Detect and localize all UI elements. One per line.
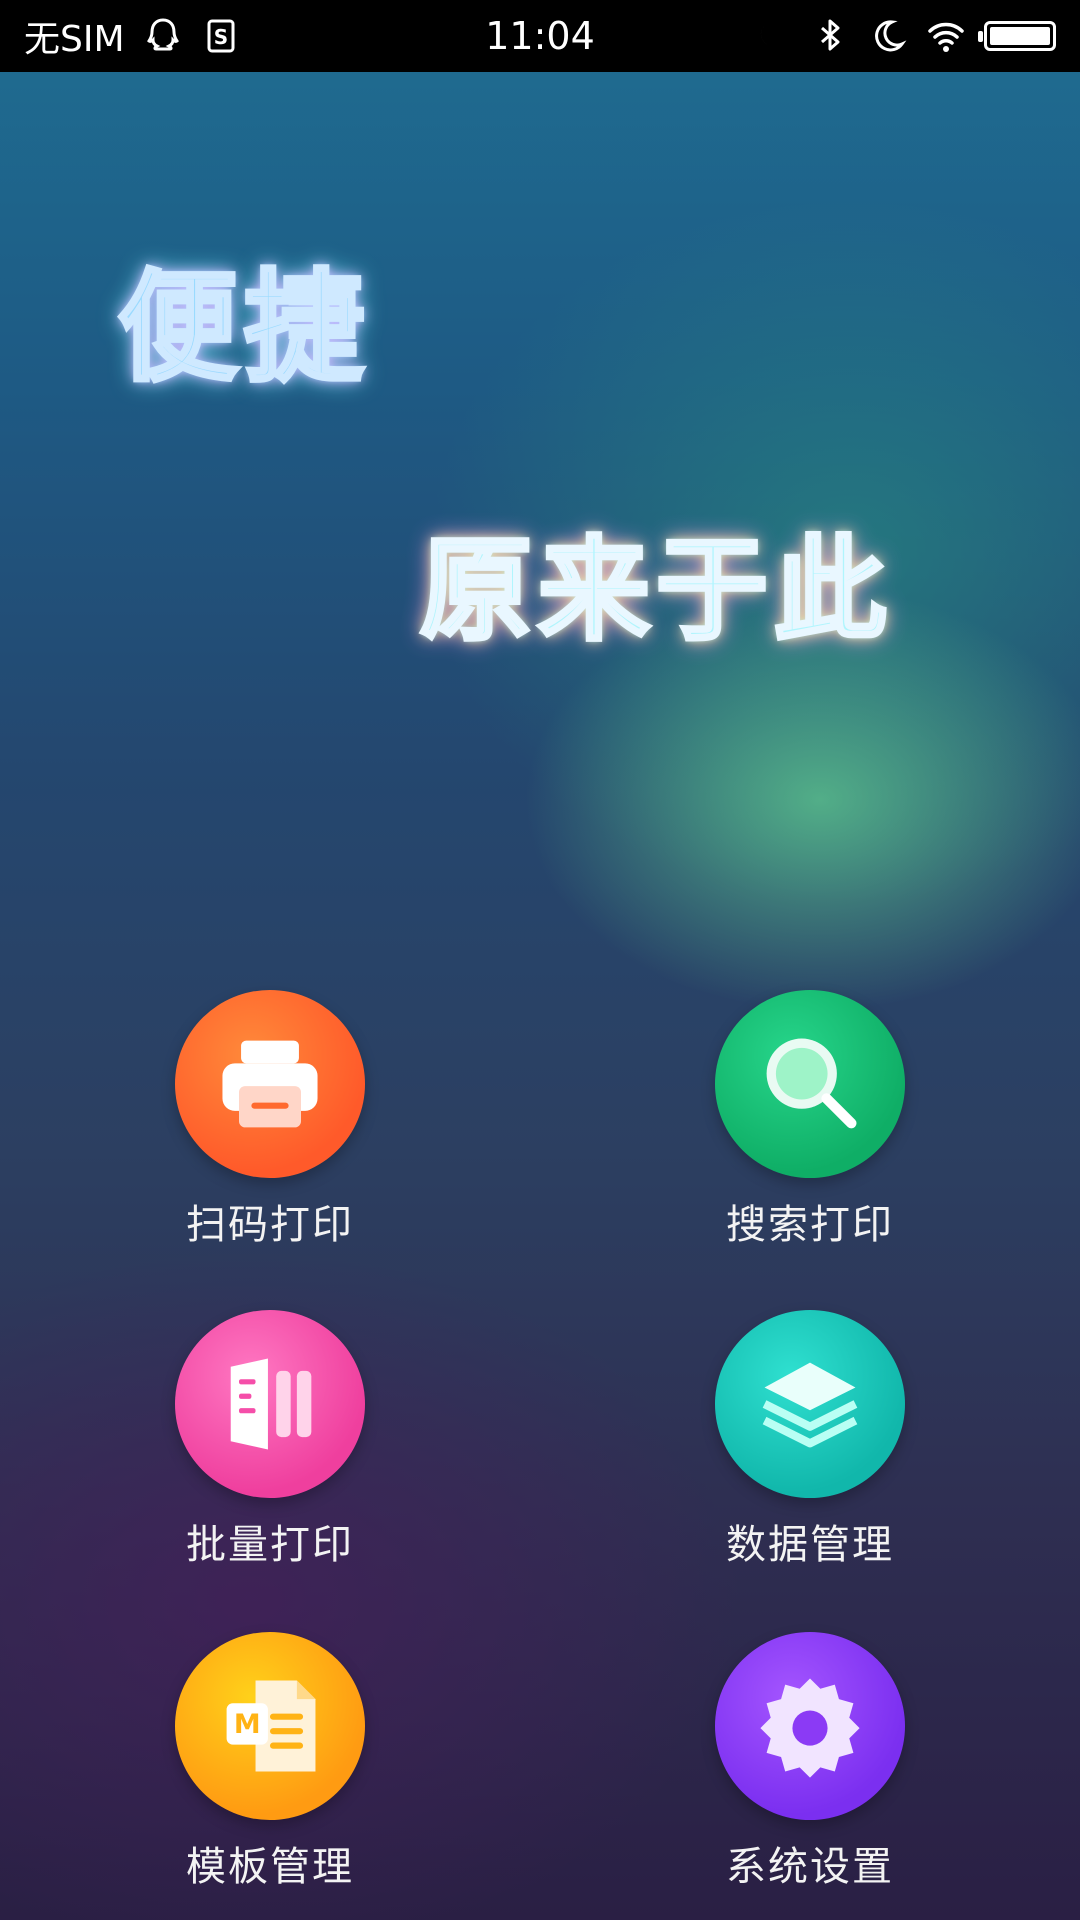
carrier-label: 无SIM: [24, 19, 125, 60]
status-left: 无SIM S: [24, 10, 384, 62]
wifi-icon: [926, 16, 966, 56]
menu-label: 搜索打印: [726, 1202, 894, 1248]
menu-label: 系统设置: [726, 1844, 894, 1890]
menu-data-management[interactable]: 数据管理: [660, 1310, 960, 1570]
menu-scan-print[interactable]: 扫码打印: [120, 990, 420, 1250]
printer-icon: [175, 990, 365, 1178]
slogan-line-2: 原来于此: [418, 524, 892, 658]
menu-search-print[interactable]: 搜索打印: [660, 990, 960, 1250]
menu-label: 数据管理: [726, 1522, 894, 1568]
menu-label: 批量打印: [186, 1522, 354, 1568]
battery-fill: [990, 27, 1050, 45]
gear-icon: [715, 1632, 905, 1820]
status-bar: 无SIM S 11:04: [0, 0, 1080, 72]
sim-s-icon: S: [201, 16, 241, 56]
menu-system-settings[interactable]: 系统设置: [660, 1632, 960, 1892]
bluetooth-icon: [810, 16, 850, 56]
battery-icon: [978, 21, 1056, 51]
menu-template-management[interactable]: M 模板管理: [120, 1632, 420, 1892]
qq-icon: [143, 16, 183, 56]
moon-icon: [868, 16, 908, 56]
clock: 11:04: [485, 14, 595, 58]
status-right: [696, 16, 1056, 56]
home-screen: 无SIM S 11:04 便捷 原来于此 扫码打印 搜索打印 批量打印 数据管理…: [0, 0, 1080, 1920]
batch-document-icon: [175, 1310, 365, 1498]
search-icon: [715, 990, 905, 1178]
slogan-line-1: 便捷: [116, 257, 370, 400]
menu-label: 模板管理: [186, 1844, 354, 1890]
menu-label: 扫码打印: [186, 1202, 354, 1248]
menu-batch-print[interactable]: 批量打印: [120, 1310, 420, 1570]
svg-text:S: S: [213, 25, 227, 49]
svg-text:M: M: [234, 1709, 261, 1740]
layers-icon: [715, 1310, 905, 1498]
template-document-icon: M: [175, 1632, 365, 1820]
sleep-icon: [752, 16, 792, 56]
